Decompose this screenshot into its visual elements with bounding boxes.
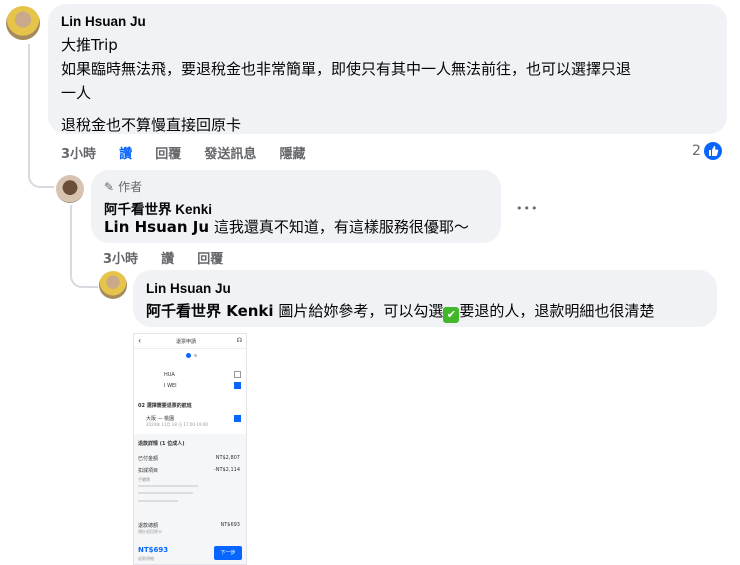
comment-text-body: 這我還真不知道，有這樣服務很優耶～ xyxy=(209,218,469,236)
comment-author[interactable]: Lin Hsuan Ju xyxy=(61,14,146,29)
avatar[interactable] xyxy=(56,175,84,203)
timestamp[interactable]: 3小時 xyxy=(61,147,96,162)
reply-button[interactable]: 回覆 xyxy=(155,147,181,162)
thread-line xyxy=(70,205,72,265)
comment-text-body: 要退的人，退款明細也很清楚 xyxy=(459,302,655,320)
screenshot-detail-title: 退款詳情 (1 位成人) xyxy=(138,441,185,447)
comment-actions: 3小時 讚 回覆 xyxy=(103,248,241,267)
avatar[interactable] xyxy=(99,271,127,299)
pen-icon: ✎ xyxy=(104,179,115,194)
send-message-button[interactable]: 發送訊息 xyxy=(204,147,256,162)
comment-line: 一人 xyxy=(61,84,92,102)
screenshot-title: 退票申請 xyxy=(176,339,197,345)
more-options-button[interactable]: ••• xyxy=(516,202,538,215)
comment-text: 大推Trip 如果臨時無法飛，要退稅金也非常簡單，即使只有其中一人無法前往，也可… xyxy=(61,33,721,137)
avatar[interactable] xyxy=(6,6,40,40)
comment-actions: 3小時 讚 回覆 發送訊息 隱藏 xyxy=(61,143,323,162)
screenshot-value: NT$693 xyxy=(220,522,240,528)
screenshot-row: I WEI xyxy=(164,383,177,389)
screenshot-value: -NT$2,114 xyxy=(213,467,240,473)
comment-author[interactable]: Lin Hsuan Ju xyxy=(146,281,231,296)
reaction-summary[interactable]: 2 xyxy=(692,142,722,160)
screenshot-value: NT$2,807 xyxy=(215,455,240,461)
thread-connector xyxy=(70,262,98,288)
screenshot-label: 預計退回原卡 xyxy=(138,529,162,534)
screenshot-flight-sub: 2024年 11月 18 日 17:00-19:00 xyxy=(146,422,208,427)
comment-text: 阿千看世界 Kenki 圖片給妳參考，可以勾選 ✔ 要退的人，退款明細也很清楚 xyxy=(146,299,654,323)
thread-line xyxy=(28,44,30,164)
next-button: 下一步 xyxy=(214,546,242,560)
comment-bubble: ✎ 作者 阿千看世界 Kenki Lin Hsuan Ju 這我還真不知道，有這… xyxy=(91,170,501,243)
hide-button[interactable]: 隱藏 xyxy=(279,147,305,162)
reaction-count: 2 xyxy=(692,143,701,159)
screenshot-flight: 大阪 — 桃園 xyxy=(146,416,175,422)
author-badge: ✎ 作者 xyxy=(104,178,142,195)
screenshot-total: NT$693 xyxy=(138,546,169,554)
screenshot-label: 已付金額 xyxy=(138,456,159,462)
like-button[interactable]: 讚 xyxy=(161,252,174,267)
comment-line: 退稅金也不算慢直接回原卡 xyxy=(61,116,242,134)
screenshot-section: 02 選擇需要退票的航班 xyxy=(138,403,192,409)
checkbox-checked-icon xyxy=(234,415,241,422)
timestamp[interactable]: 3小時 xyxy=(103,252,138,267)
mention-link[interactable]: 阿千看世界 Kenki xyxy=(146,302,274,320)
attached-image[interactable]: ‹ 退票申請 ☊ HUA I WEI 02 選擇需要退票的航班 大阪 — 桃園 … xyxy=(133,333,247,565)
comment-text: Lin Hsuan Ju 這我還真不知道，有這樣服務很優耶～ xyxy=(104,215,469,239)
comment-bubble: Lin Hsuan Ju 大推Trip 如果臨時無法飛，要退稅金也非常簡單，即使… xyxy=(48,4,727,134)
author-badge-label: 作者 xyxy=(118,180,143,194)
comment-line: 如果臨時無法飛，要退稅金也非常簡單，即使只有其中一人無法前往，也可以選擇只退 xyxy=(61,60,632,78)
screenshot-total-sub: 退款明細 xyxy=(138,556,154,561)
checkbox-checked-icon xyxy=(234,382,241,389)
screenshot-row: HUA xyxy=(164,372,175,378)
headset-icon: ☊ xyxy=(236,337,242,344)
screenshot-label: 扣減項目 xyxy=(138,468,159,474)
like-button[interactable]: 讚 xyxy=(119,147,132,162)
screenshot-label: 手續費 xyxy=(138,477,150,482)
mention-link[interactable]: Lin Hsuan Ju xyxy=(104,218,209,236)
back-icon: ‹ xyxy=(138,336,142,345)
like-reaction-icon xyxy=(703,142,722,160)
thread-connector xyxy=(28,160,54,188)
reply-button[interactable]: 回覆 xyxy=(197,252,223,267)
screenshot-label: 退款總額 xyxy=(138,523,159,529)
check-mark-emoji: ✔ xyxy=(443,307,460,323)
checkbox-icon xyxy=(234,371,241,378)
comment-bubble: Lin Hsuan Ju 阿千看世界 Kenki 圖片給妳參考，可以勾選 ✔ 要退的… xyxy=(133,270,717,327)
comment-line: 大推Trip xyxy=(61,36,118,54)
comment-text-body: 圖片給妳參考，可以勾選 xyxy=(273,302,444,320)
